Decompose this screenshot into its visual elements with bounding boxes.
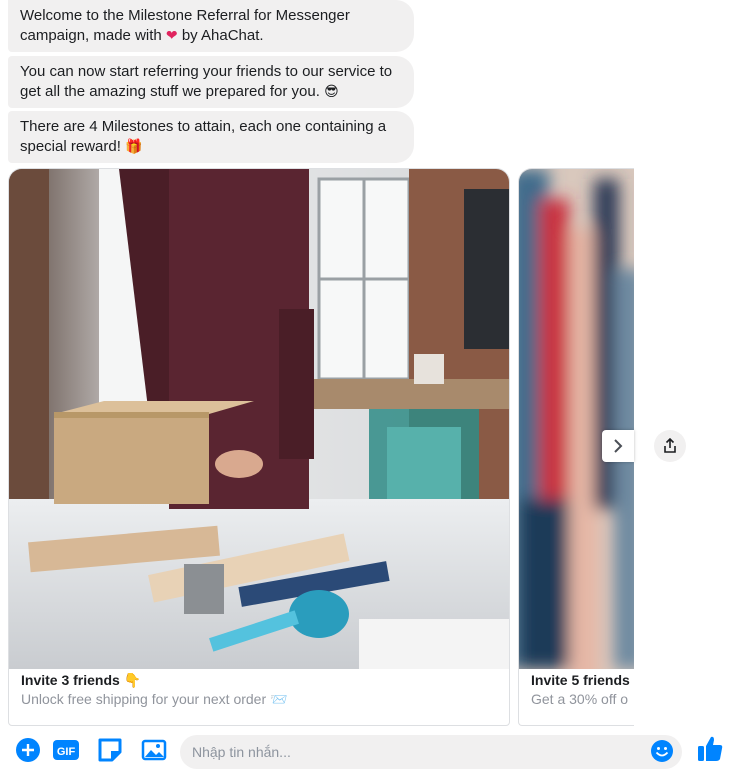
gift-emoji: 🎁 [125, 139, 143, 155]
message-composer: GIF [0, 732, 732, 774]
gif-icon[interactable]: GIF [52, 736, 80, 764]
card-subtitle: Get a 30% off o [531, 691, 629, 707]
image-icon[interactable] [140, 736, 168, 764]
svg-text:GIF: GIF [57, 746, 76, 758]
message-bubble-welcome: Welcome to the Milestone Referral for Me… [8, 0, 414, 52]
sunglasses-emoji: 😎 [324, 84, 339, 100]
card-subtitle: Unlock free shipping for your next order… [21, 691, 288, 708]
pointing-down-emoji: 👇 [123, 673, 142, 689]
card-title: Invite 3 friends 👇 [21, 672, 142, 689]
message-text: There are 4 Milestones to attain, each o… [20, 118, 387, 155]
carousel-next-button[interactable] [602, 430, 634, 462]
message-bubble-milestones: There are 4 Milestones to attain, each o… [8, 111, 414, 163]
message-bubble-referring: You can now start referring your friends… [8, 56, 414, 108]
share-icon [664, 438, 676, 453]
card-title: Invite 5 friends [531, 672, 630, 688]
sticker-icon[interactable] [96, 736, 124, 764]
chevron-right-icon [614, 439, 623, 453]
envelope-emoji: 📨 [270, 692, 288, 708]
carousel-card-invite-3[interactable]: Invite 3 friends 👇 Unlock free shipping … [8, 168, 510, 726]
thumbs-up-icon[interactable] [696, 734, 724, 764]
message-input[interactable] [180, 735, 682, 769]
card-photo-packing [9, 169, 509, 669]
heart-emoji: ❤ [165, 28, 178, 44]
share-button[interactable] [654, 430, 686, 462]
smiley-icon[interactable] [650, 739, 674, 763]
message-text-suffix: by AhaChat. [181, 27, 264, 44]
card-photo-blurred-clothes [519, 169, 634, 669]
plus-circle-icon[interactable] [14, 736, 42, 764]
